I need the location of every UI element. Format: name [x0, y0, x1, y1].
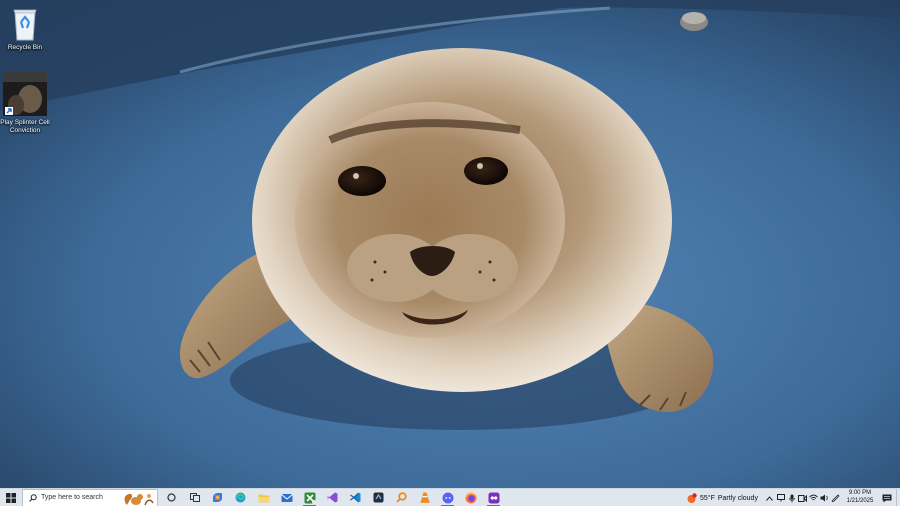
weather-condition: Partly cloudy [717, 494, 758, 502]
weather-widget[interactable]: 55°F Partly cloudy [686, 489, 758, 506]
pen-input-icon [831, 494, 840, 502]
purple-app-icon [488, 492, 499, 503]
purple-app-button[interactable] [482, 489, 505, 506]
edge-icon [235, 492, 246, 503]
taskbar-search-box[interactable]: Type here to search [22, 488, 158, 506]
vscode-icon [350, 492, 361, 503]
taskbar: Type here to search 55°F Partly cloudy 9… [0, 488, 900, 506]
edge-button[interactable] [229, 489, 252, 506]
orange-search-icon [396, 492, 407, 503]
show-desktop-button[interactable] [896, 489, 900, 506]
discord-icon [442, 492, 453, 503]
copilot-icon [213, 493, 222, 502]
clock-time: 9:00 PM [848, 490, 872, 496]
vscode-button[interactable] [344, 489, 367, 506]
microphone-icon [788, 494, 795, 502]
desktop-icon-splinter-cell[interactable]: Play Splinter Cell Conviction [0, 71, 51, 135]
weather-alert-icon [687, 492, 697, 503]
dark-app-icon [373, 492, 384, 503]
splinter-cell-label: Play Splinter Cell Conviction [0, 119, 50, 134]
file-explorer-button[interactable] [252, 489, 275, 506]
widgets-icon [189, 493, 200, 502]
seal-wallpaper-image [0, 0, 900, 488]
widgets-button[interactable] [183, 489, 206, 506]
orange-search-app-button[interactable] [390, 489, 413, 506]
taskbar-clock[interactable]: 9:00 PM 1/21/2025 [842, 490, 878, 505]
recycle-bin-label: Recycle Bin [7, 44, 43, 51]
discord-button[interactable] [436, 489, 459, 506]
recycle-bin-icon [13, 9, 37, 41]
search-placeholder: Type here to search [41, 494, 103, 501]
network-button[interactable] [808, 489, 819, 506]
language-button[interactable] [830, 489, 841, 506]
taskbar-pinned-apps [160, 489, 505, 506]
microphone-button[interactable] [786, 489, 797, 506]
folder-icon [258, 494, 269, 502]
system-tray [764, 489, 841, 506]
tray-monitor-button[interactable] [775, 489, 786, 506]
notification-icon [882, 494, 892, 502]
task-view-button[interactable] [160, 489, 183, 506]
desktop-wallpaper [0, 0, 900, 488]
chevron-up-icon [766, 495, 773, 501]
clock-date: 1/21/2025 [846, 497, 874, 504]
visual-studio-button[interactable] [321, 489, 344, 506]
firefox-button[interactable] [459, 489, 482, 506]
video-camera-icon [798, 494, 807, 502]
monitor-icon [776, 494, 785, 502]
show-hidden-icons-button[interactable] [764, 489, 775, 506]
task-view-icon [167, 493, 176, 502]
drain-object [680, 12, 708, 31]
xbox-icon [304, 492, 316, 504]
dark-app-button[interactable] [367, 489, 390, 506]
windows-logo-icon [6, 492, 16, 503]
copilot-button[interactable] [206, 489, 229, 506]
game-shortcut-icon [3, 72, 47, 116]
vlc-button[interactable] [413, 489, 436, 506]
search-icon [29, 493, 37, 502]
notification-center-button[interactable] [880, 489, 894, 506]
wifi-icon [809, 494, 818, 501]
mail-icon [280, 493, 293, 502]
start-button[interactable] [0, 489, 22, 506]
mail-button[interactable] [275, 489, 298, 506]
search-highlight-illustration-icon [124, 493, 154, 505]
speaker-icon [820, 494, 828, 502]
firefox-icon [464, 492, 476, 503]
meet-now-button[interactable] [797, 489, 808, 506]
visual-studio-icon [327, 492, 338, 503]
vlc-icon [420, 492, 429, 503]
desktop-icon-recycle-bin[interactable]: Recycle Bin [0, 4, 51, 52]
volume-button[interactable] [819, 489, 830, 506]
xbox-button[interactable] [298, 489, 321, 506]
weather-temp: 55°F [700, 494, 715, 502]
